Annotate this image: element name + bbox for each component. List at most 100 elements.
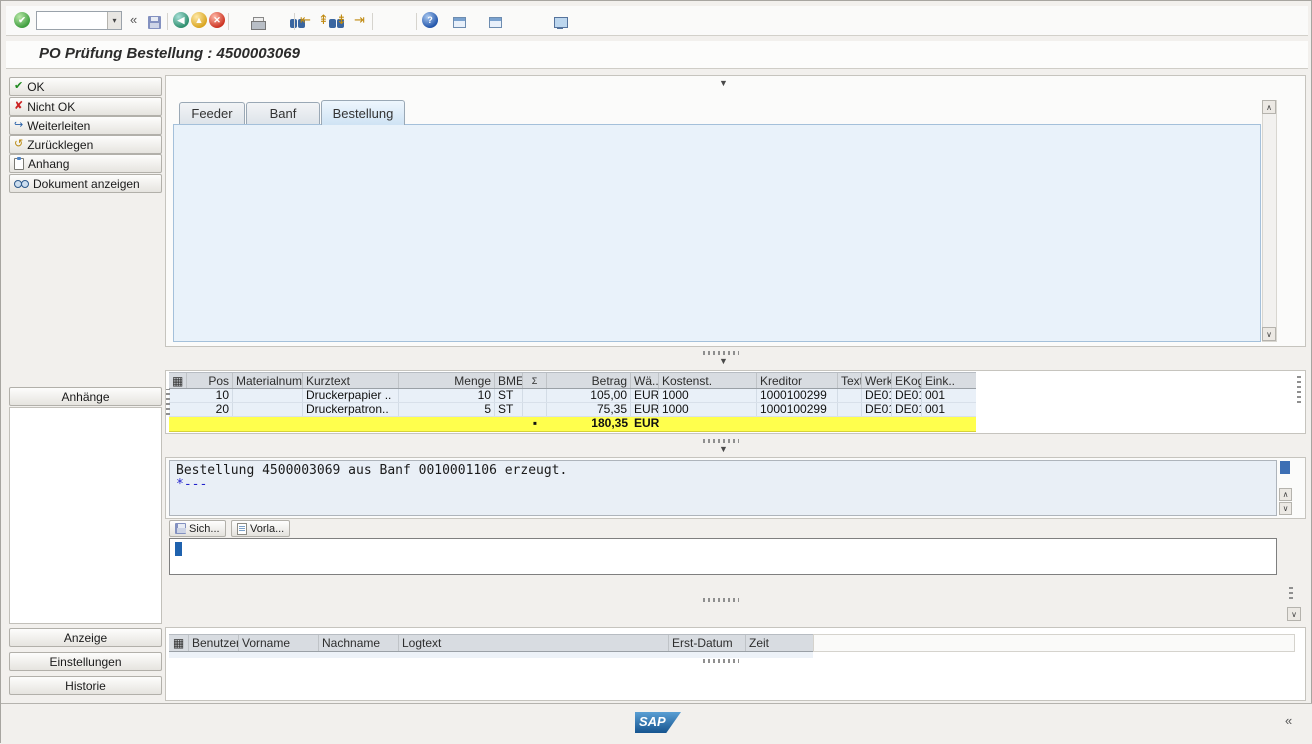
check-icon: ✔ [14,81,23,92]
tab-feeder[interactable]: Feeder [179,102,245,125]
log-header-nachname[interactable]: Nachname [319,635,399,651]
grid-resize-grip[interactable] [1297,373,1301,403]
cell-kostenstelle: 1000 [659,389,757,402]
splitter-handle[interactable] [703,659,739,663]
grid-layout-icon[interactable]: ▦ [169,635,189,651]
items-grid-header-sum-icon[interactable]: Σ [523,373,547,388]
x-icon: ✘ [14,101,23,112]
cell-ekog: DE01 [892,389,922,402]
note-line: Bestellung 4500003069 aus Banf 001000110… [176,463,567,478]
create-shortcut-icon[interactable] [489,17,502,28]
scroll-down-icon[interactable]: ∨ [1287,607,1301,621]
print-icon[interactable] [251,17,265,29]
customize-layout-icon[interactable] [554,17,568,29]
command-dropdown-icon[interactable]: ▾ [107,12,121,29]
cell-eink: 001 [922,389,976,402]
last-page-icon[interactable]: ⇥ [354,12,365,28]
row-selector[interactable] [169,403,187,416]
log-grid-row-clipped[interactable] [169,652,813,658]
grid-layout-icon[interactable]: ▦ [169,373,187,388]
log-header-logtext[interactable]: Logtext [399,635,669,651]
cancel-icon[interactable]: ✕ [209,12,225,28]
log-grid-header: ▦ Benutzer Vorname Nachname Logtext Erst… [169,634,813,652]
cell-materialnummer [233,403,303,416]
sidebar-button-anzeige[interactable]: Anzeige [9,628,162,647]
collapse-command-icon[interactable]: « [130,12,137,27]
toolbar-separator [167,13,168,30]
items-grid-header-bme[interactable]: BME [495,373,523,388]
splitter-handle[interactable] [703,598,739,602]
note-line: *--- [176,477,207,492]
items-grid-header-materialnummer[interactable]: Materialnummer [233,373,303,388]
page-up-icon[interactable]: ⇞ [318,12,329,28]
enter-button[interactable]: ✔ [14,12,30,28]
items-grid-header-kreditor[interactable]: Kreditor [757,373,838,388]
note-save-button[interactable]: Sich... [169,520,226,537]
log-header-vorname[interactable]: Vorname [239,635,319,651]
page-down-icon[interactable]: ⇟ [336,12,347,28]
sidebar-button-nicht-ok[interactable]: ✘ Nicht OK [9,97,162,116]
note-scrollbar-thumb[interactable] [1280,461,1290,474]
note-input[interactable] [169,538,1277,575]
sidebar-button-weiterleiten[interactable]: ↪ Weiterleiten [9,116,162,135]
sidebar-button-einstellungen[interactable]: Einstellungen [9,652,162,671]
items-grid-header-menge[interactable]: Menge [399,373,495,388]
collapse-pane-icon[interactable]: ▼ [719,79,728,88]
items-grid-header-werk[interactable]: Werk [862,373,892,388]
tab-banf[interactable]: Banf [246,102,320,125]
title-bar: PO Prüfung Bestellung : 4500003069 [6,41,1308,69]
note-save-label: Sich... [189,523,220,535]
grid-resize-grip[interactable] [166,389,170,415]
scroll-up-icon[interactable]: ∧ [1262,100,1276,114]
cell-betrag: 105,00 [547,389,631,402]
scroll-down-icon[interactable]: ∨ [1262,327,1276,341]
items-grid-header-betrag[interactable]: Betrag [547,373,631,388]
sidebar-button-ok[interactable]: ✔ OK [9,77,162,96]
log-header-zeit[interactable]: Zeit [746,635,813,651]
new-session-icon[interactable] [453,17,466,28]
items-grid-header-kostenstelle[interactable]: Kostenst. [659,373,757,388]
detail-pane-scrollbar[interactable] [1262,100,1277,342]
back-icon[interactable]: ◀ [173,12,189,28]
items-grid-row[interactable]: 10 Druckerpapier .. 10 ST 105,00 EUR 100… [169,389,976,403]
items-grid-header-ekog[interactable]: EKog [892,373,922,388]
status-collapse-icon[interactable]: « [1285,713,1292,728]
command-field[interactable]: ▾ [36,11,122,30]
save-icon[interactable] [148,16,161,29]
command-input[interactable] [37,12,107,29]
sidebar-button-dokument-anzeigen[interactable]: Dokument anzeigen [9,174,162,193]
sidebar-button-anhaenge[interactable]: Anhänge [9,387,162,406]
scroll-up-icon[interactable]: ∧ [1279,488,1292,501]
sidebar-button-label: Anhänge [61,390,109,404]
collapse-pane-icon[interactable]: ▼ [719,357,728,366]
splitter-handle[interactable] [703,351,739,355]
log-header-benutzer[interactable]: Benutzer [189,635,239,651]
cell-werk: DE01 [862,403,892,416]
first-page-icon[interactable]: ⇤ [300,12,311,28]
items-grid-row[interactable]: 20 Druckerpatron.. 5 ST 75,35 EUR 1000 1… [169,403,976,417]
exit-icon[interactable]: ▲ [191,12,207,28]
log-header-erst-datum[interactable]: Erst-Datum [669,635,746,651]
help-icon[interactable]: ? [422,12,438,28]
sidebar-button-anhang[interactable]: Anhang [9,154,162,173]
row-selector[interactable] [169,389,187,402]
text-cursor [175,542,182,556]
note-display[interactable]: Bestellung 4500003069 aus Banf 001000110… [169,460,1277,516]
scroll-down-icon[interactable]: ∨ [1279,502,1292,515]
splitter-handle[interactable] [703,439,739,443]
sidebar-button-label: OK [27,80,44,94]
note-template-button[interactable]: Vorla... [231,520,290,537]
tab-bestellung[interactable]: Bestellung [321,100,405,125]
items-grid-header-text[interactable]: Text [838,373,862,388]
collapse-pane-icon[interactable]: ▼ [719,445,728,454]
items-grid-header-kurztext[interactable]: Kurztext [303,373,399,388]
items-grid-header-pos[interactable]: Pos [187,373,233,388]
cell-pos: 10 [187,389,233,402]
items-grid-header-waehrung[interactable]: Wä.. [631,373,659,388]
sidebar-button-historie[interactable]: Historie [9,676,162,695]
toolbar-separator [372,13,373,30]
pane-resize-grip[interactable] [1289,585,1293,599]
items-grid-header-eink[interactable]: Eink.. [922,373,976,388]
sidebar-button-zuruecklegen[interactable]: ↺ Zurücklegen [9,135,162,154]
items-grid-total-row[interactable]: ▪ 180,35 EUR [169,417,976,432]
